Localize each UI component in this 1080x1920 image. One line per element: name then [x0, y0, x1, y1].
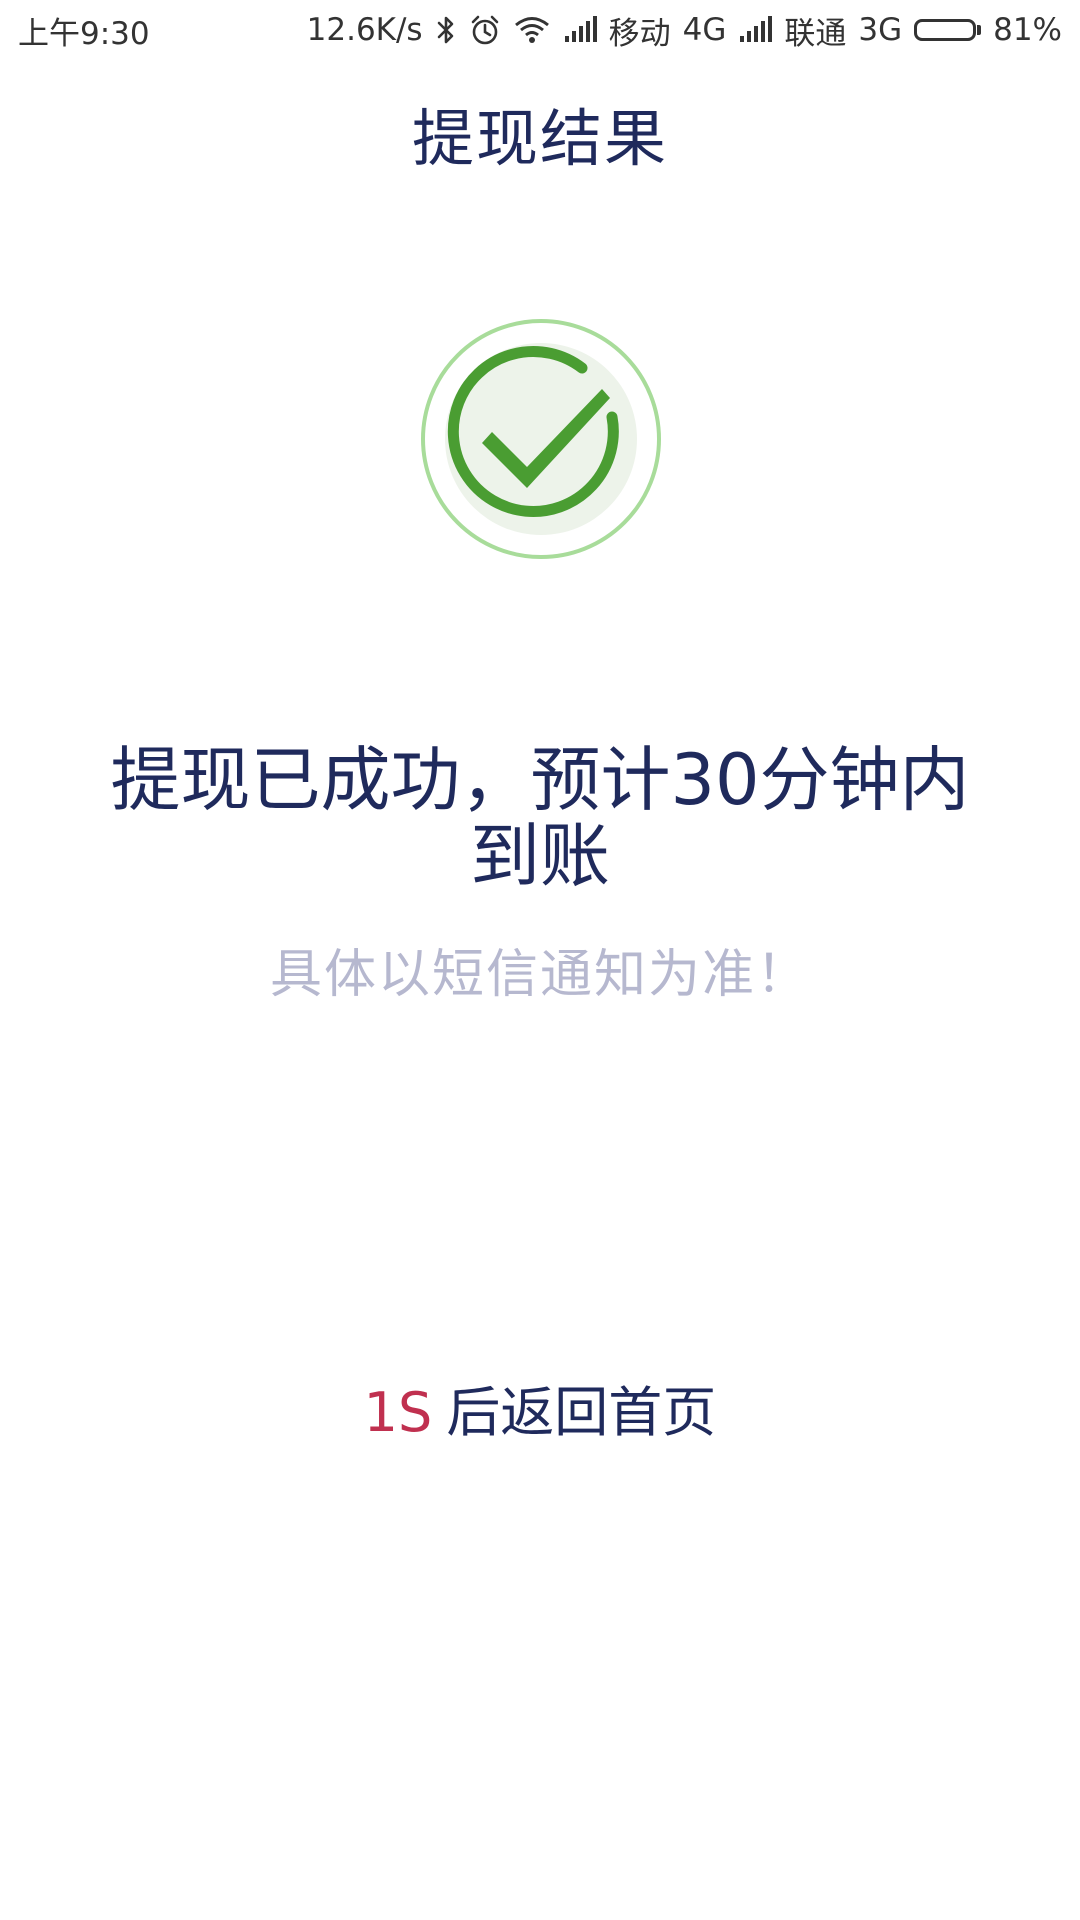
countdown-seconds: 1S — [363, 1381, 433, 1444]
countdown-return-home: 1S 后返回首页 — [0, 1368, 1080, 1447]
carrier2-network: 3G — [858, 12, 903, 48]
withdraw-result-screen: 上午9:30 12.6K/s 移动 4G 联通 3G 81% 提现结果 提现已成… — [0, 0, 1080, 1920]
page-title: 提现结果 — [411, 102, 668, 175]
carrier1-name: 移动 — [608, 15, 671, 52]
battery-icon — [914, 19, 982, 41]
net-speed: 12.6K/s — [306, 12, 423, 48]
battery-percent: 81% — [993, 12, 1062, 48]
status-time: 上午9:30 — [18, 15, 150, 52]
countdown-text: 后返回首页 — [446, 1381, 717, 1444]
bluetooth-icon — [435, 14, 457, 46]
alarm-icon — [469, 14, 501, 46]
carrier1-network: 4G — [682, 12, 727, 48]
status-bar: 上午9:30 12.6K/s 移动 4G 联通 3G 81% — [0, 0, 1080, 60]
carrier2-name: 联通 — [784, 15, 847, 52]
signal-icon — [738, 16, 773, 44]
result-message: 提现已成功，预计30分钟内到账 — [110, 739, 970, 897]
result-note: 具体以短信通知为准！ — [269, 945, 810, 1005]
success-check-icon — [420, 318, 662, 560]
signal-icon — [563, 16, 597, 44]
wifi-icon — [513, 15, 551, 45]
